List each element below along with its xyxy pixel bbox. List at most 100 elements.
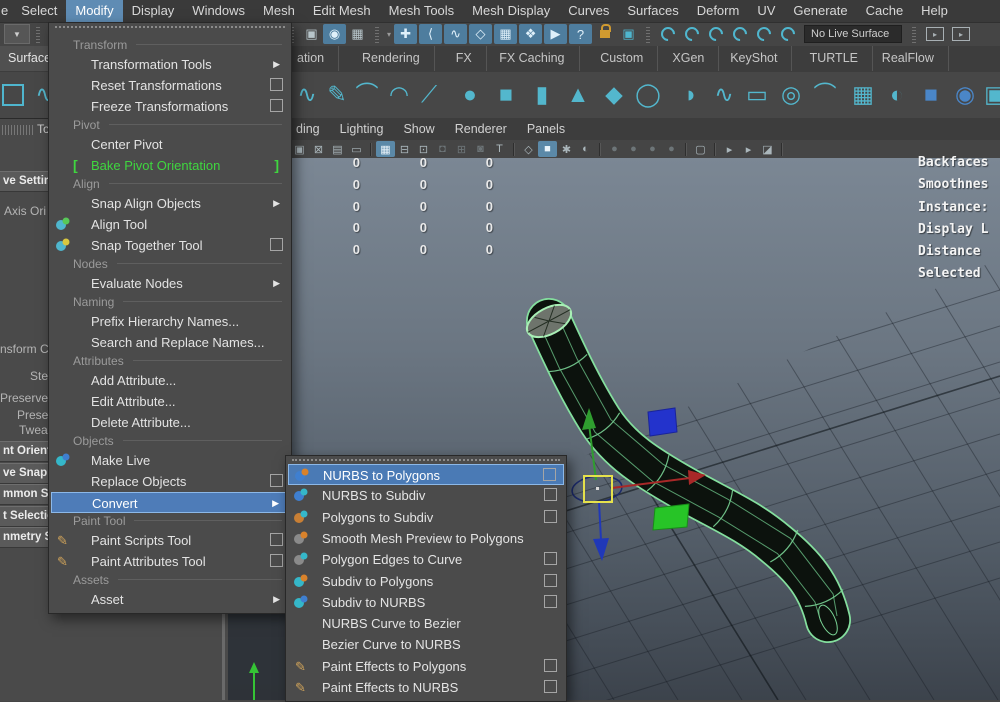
submenu-item-polygon-edges-to-curve[interactable]: Polygon Edges to Curve [288,549,564,570]
help-line-icon[interactable]: ? [569,24,592,44]
submenu-item-paint-effects-to-polygons[interactable]: Paint Effects to Polygons✎ [288,656,564,677]
magnet-snap-icon-6[interactable] [778,24,798,44]
menu-edit-mesh[interactable]: Edit Mesh [304,0,380,22]
snap-to-point-icon[interactable]: ∿ [444,24,467,44]
menu-select[interactable]: Select [12,0,66,22]
submenu-item-smooth-mesh-preview-to-polygons[interactable]: Smooth Mesh Preview to Polygons [288,528,564,549]
sphere-icon[interactable]: ● [455,78,485,110]
arc-tool-icon[interactable]: ⟋ [414,78,444,110]
make-object-live-icon[interactable]: ❖ [519,24,542,44]
pencil-curve-icon[interactable]: ✎ [322,78,352,110]
no-live-surface-field[interactable]: No Live Surface [804,25,902,43]
menu-item-edit-attribute[interactable]: Edit Attribute... [51,391,289,412]
submenu-item-paint-effects-to-nurbs[interactable]: Paint Effects to NURBS✎ [288,677,564,698]
magnet-snap-icon-2[interactable] [682,24,702,44]
menu-set-selector[interactable]: ▼ [4,24,30,44]
shaded-icon[interactable]: ■ [538,141,557,157]
plane-icon[interactable]: ◆ [599,78,629,110]
partial-sphere-icon[interactable]: ◗ [676,78,706,110]
shadows-icon[interactable]: ● [624,141,643,157]
shelf-tab-fx-caching[interactable]: FX Caching [485,46,579,71]
isolate-select-icon[interactable]: ▢ [691,141,710,157]
magnet-snap-icon-5[interactable] [754,24,774,44]
cone-icon[interactable]: ▲ [563,78,593,110]
circle-icon[interactable]: ◎ [776,78,806,110]
option-box[interactable] [543,468,556,481]
cube-icon[interactable]: ■ [491,78,521,110]
textured-icon[interactable]: ◐ [576,141,595,157]
menu-item-replace-objects[interactable]: Replace Objects [51,471,289,492]
submenu-item-nurbs-to-subdiv[interactable]: NURBS to Subdiv [288,485,564,506]
panel-divider[interactable] [222,608,225,700]
menu-mesh-display[interactable]: Mesh Display [463,0,559,22]
submenu-item-partial[interactable]: ✎ [288,698,564,702]
construction-history-icon[interactable]: ▶ [544,24,567,44]
option-box[interactable] [544,659,557,672]
menu-cache[interactable]: Cache [857,0,913,22]
toolbar-grip[interactable] [912,26,916,43]
menu-tearoff-handle[interactable] [55,26,285,32]
xray-icon[interactable]: ◪ [758,141,777,157]
menu-item-reset-transformations[interactable]: Reset Transformations [51,75,289,96]
menu-item-snap-align-objects[interactable]: Snap Align Objects▶ [51,193,289,214]
camera-select-icon[interactable]: ▣ [290,141,309,157]
menu-display[interactable]: Display [123,0,184,22]
wireframe-icon[interactable]: ◇ [519,141,538,157]
nurbs-square-icon[interactable] [2,84,24,106]
magnet-snap-icon-1[interactable] [658,24,678,44]
menu-item-freeze-transformations[interactable]: Freeze Transformations [51,96,289,117]
panel-drag-grip[interactable] [2,125,34,135]
bezier-curve-icon[interactable]: ◠ [384,78,414,110]
lighting-icon[interactable]: ✱ [557,141,576,157]
cv-curve-icon[interactable]: ∿ [292,78,322,110]
text-tool-icon[interactable]: ▣ [980,78,1000,110]
menu-item-search-and-replace-names[interactable]: Search and Replace Names... [51,332,289,353]
snap-to-grid-icon[interactable]: ✚ [394,24,417,44]
arc-icon[interactable]: ⌒ [810,78,840,110]
option-box[interactable] [270,99,283,112]
panel-menu-show[interactable]: Show [393,122,444,136]
option-box[interactable] [270,474,283,487]
menu-item-evaluate-nodes[interactable]: Evaluate Nodes▶ [51,273,289,294]
menu-generate[interactable]: Generate [784,0,856,22]
menu-item-add-attribute[interactable]: Add Attribute... [51,370,289,391]
green-face-marker[interactable] [653,504,689,530]
menu-item-bake-pivot-orientation[interactable]: Bake Pivot Orientation[] [51,155,289,176]
option-box[interactable] [544,595,557,608]
menu-e[interactable]: e [0,0,12,22]
menu-item-snap-together-tool[interactable]: Snap Together Tool [51,235,289,256]
lock-icon[interactable] [600,30,610,38]
submenu-item-bezier-curve-to-nurbs[interactable]: Bezier Curve to NURBS [288,634,564,655]
selection-mask-object-icon[interactable]: ◉ [323,24,346,44]
menu-item-center-pivot[interactable]: Center Pivot [51,134,289,155]
pane-arrange-icon-2[interactable]: ▸ [952,27,970,41]
menu-modify[interactable]: Modify [66,0,122,22]
blue-square-icon[interactable]: ■ [916,78,946,110]
shelf-tab-turtle[interactable]: TURTLE [796,46,873,71]
toolbar-grip[interactable] [646,26,650,43]
option-box[interactable] [544,680,557,693]
submenu-item-nurbs-curve-to-bezier[interactable]: NURBS Curve to Bezier [288,613,564,634]
menu-uv[interactable]: UV [748,0,784,22]
menu-item-paint-scripts-tool[interactable]: Paint Scripts Tool✎ [51,530,289,551]
snap-to-view-plane-icon[interactable]: ▦ [494,24,517,44]
menu-windows[interactable]: Windows [183,0,254,22]
selection-mask-component-icon[interactable]: ▦ [346,24,369,44]
sphere-blue-icon[interactable]: ◉ [950,78,980,110]
menu-deform[interactable]: Deform [688,0,749,22]
selection-mask-hierarchy-icon[interactable]: ▣ [300,24,323,44]
menu-item-prefix-hierarchy-names[interactable]: Prefix Hierarchy Names... [51,311,289,332]
toolbar-grip[interactable] [36,26,40,43]
shadows-icon[interactable]: ● [643,141,662,157]
submenu-item-nurbs-to-polygons[interactable]: NURBS to Polygons [288,464,564,485]
shadows-icon[interactable]: ● [605,141,624,157]
menu-item-make-live[interactable]: Make Live [51,450,289,471]
pane-arrange-icon[interactable]: ▸ [720,141,739,157]
option-box[interactable] [270,533,283,546]
shelf-tab-xgen[interactable]: XGen [658,46,719,71]
option-box[interactable] [270,78,283,91]
toolbar-grip[interactable] [375,26,379,43]
snap-to-projected-center-icon[interactable]: ◇ [469,24,492,44]
trim-surface-icon[interactable]: ▭ [742,78,772,110]
menu-item-paint-attributes-tool[interactable]: Paint Attributes Tool✎ [51,551,289,572]
